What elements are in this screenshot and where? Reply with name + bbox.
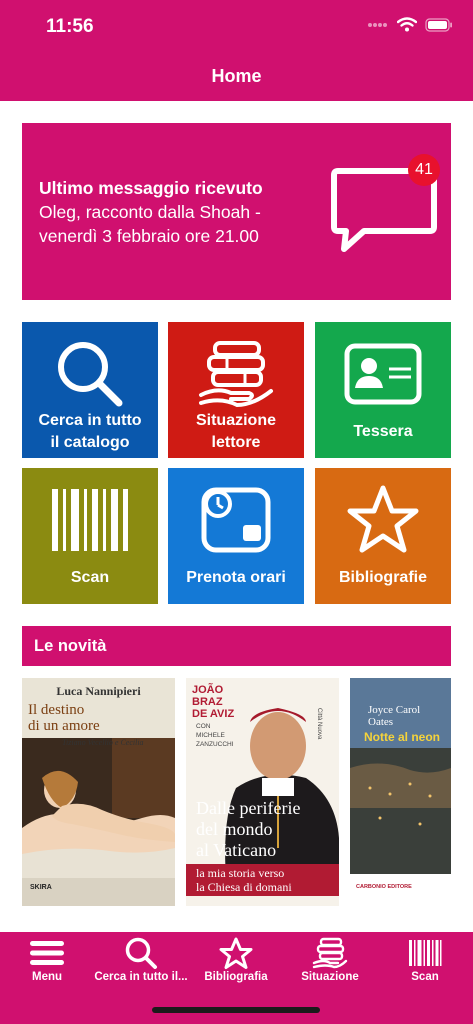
book2-title: Dalle periferie del mondo al Vaticano: [196, 798, 301, 860]
tile-scan-label: Scan: [70, 569, 110, 586]
tile-reader-status-label: Situazione lettore: [195, 412, 276, 451]
hamburger-menu-icon: [0, 936, 94, 970]
wifi-icon: [396, 17, 418, 37]
book2-author: JOÃO BRAZ DE AVIZ: [192, 684, 235, 720]
last-message-line2: venerdì 3 febbraio ore 21.00: [39, 226, 259, 246]
calendar-clock-icon: [168, 482, 304, 558]
page-title: Home: [211, 66, 262, 86]
book-cover-il-destino[interactable]: Luca Nannipieri Il destino di un amore T…: [22, 678, 175, 906]
message-count-badge: 41: [408, 154, 440, 186]
search-icon: [22, 336, 158, 412]
tile-search-catalog-label: Cerca in tutto il catalogo: [38, 412, 142, 451]
tile-book-times-label: Prenota orari: [186, 569, 286, 586]
tab-reader-status[interactable]: Situazione: [283, 932, 377, 992]
book2-coauthor: CON MICHELE ZANZUCCHI: [196, 723, 234, 748]
tile-search-catalog[interactable]: Cerca in tutto il catalogo: [22, 322, 158, 458]
book1-title: Il destino di un amore: [28, 702, 100, 734]
tab-menu[interactable]: Menu: [0, 932, 94, 992]
tab-search[interactable]: Cerca in tutto il...: [94, 932, 188, 992]
tile-book-times[interactable]: Prenota orari: [168, 468, 304, 604]
book3-title: Notte al neon: [364, 730, 441, 744]
last-message-line1: Oleg, racconto dalla Shoah -: [39, 202, 261, 222]
tile-card[interactable]: Tessera: [315, 322, 451, 458]
tab-menu-label: Menu: [31, 971, 63, 983]
app-screen: 11:56 Home Ultimo messaggio ricevuto Ole…: [0, 0, 473, 1024]
status-time: 11:56: [46, 16, 94, 37]
books-hand-icon: [283, 936, 377, 970]
tile-scan[interactable]: Scan: [22, 468, 158, 604]
book1-publisher: SKIRA: [30, 884, 52, 891]
book1-author: Luca Nannipieri: [56, 684, 141, 698]
signal-icon: [367, 18, 389, 36]
tile-card-label: Tessera: [353, 423, 413, 440]
news-section-header: Le novità: [22, 626, 451, 666]
books-hand-icon: [168, 336, 304, 412]
book-cover-notte-al-neon[interactable]: Joyce Carol Oates Notte al neon CARBONIO…: [350, 678, 451, 906]
top-bar: 11:56 Home: [0, 0, 473, 101]
book2-subtitle: la mia storia verso la Chiesa di domani: [196, 866, 292, 894]
search-icon: [94, 936, 188, 970]
book3-author: Joyce Carol Oates: [368, 704, 421, 728]
tile-bibliographies-label: Bibliografie: [338, 569, 427, 586]
tile-reader-status[interactable]: Situazione lettore: [168, 322, 304, 458]
battery-icon: [425, 17, 453, 37]
book3-publisher: CARBONIO EDITORE: [356, 884, 412, 890]
tab-scan-label: Scan: [411, 971, 439, 983]
id-card-icon: [315, 336, 451, 412]
book1-subtitle: Tiziano Vecellio e Cecilia: [62, 738, 144, 747]
book-cover-dalle-periferie[interactable]: JOÃO BRAZ DE AVIZ CON MICHELE ZANZUCCHI …: [186, 678, 339, 906]
last-message-banner[interactable]: Ultimo messaggio ricevuto Oleg, racconto…: [22, 123, 451, 300]
tab-scan[interactable]: Scan: [378, 932, 472, 992]
status-icons: [367, 17, 453, 37]
tab-bibliography-label: Bibliografia: [204, 971, 268, 983]
barcode-icon: [22, 482, 158, 558]
last-message-title: Ultimo messaggio ricevuto: [39, 178, 263, 198]
star-icon: [189, 936, 283, 970]
tab-reader-status-label: Situazione: [301, 971, 359, 983]
last-message-text: Ultimo messaggio ricevuto Oleg, racconto…: [39, 176, 299, 248]
home-indicator[interactable]: [152, 1007, 320, 1013]
barcode-icon: [378, 936, 472, 970]
tile-bibliographies[interactable]: Bibliografie: [315, 468, 451, 604]
tab-bibliography[interactable]: Bibliografia: [189, 932, 283, 992]
tab-search-label: Cerca in tutto il...: [94, 971, 188, 983]
book2-publisher: Città Nuova: [316, 708, 322, 740]
star-icon: [315, 482, 451, 558]
